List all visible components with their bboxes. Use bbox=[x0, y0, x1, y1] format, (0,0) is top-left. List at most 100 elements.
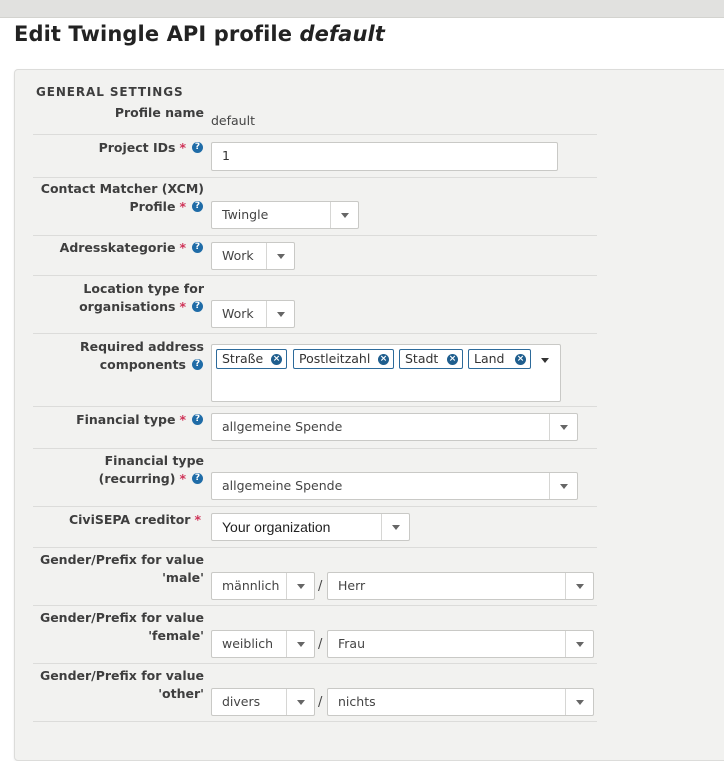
address-tag-land: Land × bbox=[468, 349, 531, 369]
financial-type-recurring-label-line1: Financial type bbox=[104, 453, 204, 468]
contact-matcher-label-line2: Profile * bbox=[129, 199, 187, 214]
financial-type-select[interactable]: allgemeine Spende bbox=[211, 413, 578, 441]
project-ids-help-icon[interactable]: ? bbox=[192, 142, 203, 153]
dropdown-arrow bbox=[565, 573, 593, 599]
prefix-male-value: Herr bbox=[338, 578, 366, 593]
row-divider bbox=[33, 275, 597, 276]
chevron-down-icon bbox=[391, 525, 400, 530]
address-tag-postleitzahl: Postleitzahl × bbox=[293, 349, 394, 369]
profile-name-label: Profile name bbox=[114, 105, 204, 120]
dropdown-arrow bbox=[286, 573, 314, 599]
address-tag-stadt: Stadt × bbox=[399, 349, 463, 369]
address-tag-strasse: Straße × bbox=[216, 349, 287, 369]
location-type-help-icon[interactable]: ? bbox=[192, 301, 203, 312]
financial-type-label: Financial type * bbox=[76, 412, 186, 427]
page-title-profile-name: default bbox=[299, 22, 385, 46]
chevron-down-icon bbox=[575, 584, 584, 589]
gender-prefix-separator: / bbox=[318, 637, 323, 652]
contact-matcher-value: Twingle bbox=[222, 207, 269, 222]
row-divider bbox=[33, 663, 597, 664]
remove-tag-icon[interactable]: × bbox=[515, 354, 526, 365]
adresskategorie-value: Work bbox=[222, 248, 254, 263]
chevron-down-icon[interactable] bbox=[541, 358, 549, 363]
chevron-down-icon bbox=[559, 484, 568, 489]
section-title: GENERAL SETTINGS bbox=[36, 85, 184, 99]
required-address-label-line1: Required address bbox=[79, 339, 204, 354]
gender-male-label-line1: Gender/Prefix for value bbox=[39, 552, 204, 567]
profile-name-value: default bbox=[211, 113, 255, 128]
row-divider bbox=[33, 177, 597, 178]
remove-tag-icon[interactable]: × bbox=[271, 354, 282, 365]
dropdown-arrow bbox=[330, 202, 358, 228]
location-type-label-line2: organisations * bbox=[79, 299, 186, 314]
gender-male-select[interactable]: männlich bbox=[211, 572, 315, 600]
dropdown-arrow bbox=[565, 631, 593, 657]
location-type-select[interactable]: Work bbox=[211, 300, 295, 328]
chevron-down-icon bbox=[296, 584, 305, 589]
row-divider bbox=[33, 235, 597, 236]
prefix-other-select[interactable]: nichts bbox=[327, 688, 594, 716]
chevron-down-icon bbox=[575, 642, 584, 647]
civisepa-creditor-label: CiviSEPA creditor * bbox=[68, 512, 201, 527]
chevron-down-icon bbox=[296, 642, 305, 647]
financial-type-recurring-select[interactable]: allgemeine Spende bbox=[211, 472, 578, 500]
row-divider bbox=[33, 605, 597, 606]
gender-male-value: männlich bbox=[222, 578, 280, 593]
adresskategorie-label: Adresskategorie * bbox=[59, 240, 186, 255]
financial-type-recurring-label-line2: (recurring) * bbox=[98, 471, 186, 486]
required-address-multiselect[interactable]: Straße × Postleitzahl × Stadt × Land × bbox=[211, 344, 561, 402]
contact-matcher-select[interactable]: Twingle bbox=[211, 201, 359, 229]
financial-type-help-icon[interactable]: ? bbox=[192, 414, 203, 425]
financial-type-recurring-value: allgemeine Spende bbox=[222, 478, 343, 493]
civisepa-creditor-value: Your organization bbox=[222, 519, 331, 535]
contact-matcher-label-line1: Contact Matcher (XCM) bbox=[40, 181, 204, 196]
project-ids-label: Project IDs * bbox=[98, 140, 186, 155]
project-ids-input[interactable]: 1 bbox=[211, 142, 558, 171]
gender-male-label-line2: 'male' bbox=[162, 570, 204, 585]
gender-female-label-line1: Gender/Prefix for value bbox=[39, 610, 204, 625]
row-divider bbox=[33, 721, 597, 722]
prefix-female-select[interactable]: Frau bbox=[327, 630, 594, 658]
dropdown-arrow bbox=[549, 473, 577, 499]
required-address-help-icon[interactable]: ? bbox=[192, 359, 203, 370]
remove-tag-icon[interactable]: × bbox=[378, 354, 389, 365]
gender-female-value: weiblich bbox=[222, 636, 274, 651]
gender-female-select[interactable]: weiblich bbox=[211, 630, 315, 658]
page-title: Edit Twingle API profile default bbox=[14, 22, 385, 46]
row-divider bbox=[33, 134, 597, 135]
gender-prefix-separator: / bbox=[318, 695, 323, 710]
dropdown-arrow bbox=[286, 689, 314, 715]
financial-type-recurring-help-icon[interactable]: ? bbox=[192, 473, 203, 484]
chevron-down-icon bbox=[296, 700, 305, 705]
adresskategorie-select[interactable]: Work bbox=[211, 242, 295, 270]
row-divider bbox=[33, 406, 597, 407]
chevron-down-icon bbox=[276, 312, 285, 317]
adresskategorie-help-icon[interactable]: ? bbox=[192, 242, 203, 253]
chevron-down-icon bbox=[276, 254, 285, 259]
dropdown-arrow bbox=[286, 631, 314, 657]
dropdown-arrow bbox=[266, 243, 294, 269]
row-divider bbox=[33, 333, 597, 334]
required-address-label-line2: components bbox=[99, 357, 186, 372]
prefix-other-value: nichts bbox=[338, 694, 376, 709]
prefix-male-select[interactable]: Herr bbox=[327, 572, 594, 600]
page-title-prefix: Edit Twingle API profile bbox=[14, 22, 293, 46]
gender-other-label-line1: Gender/Prefix for value bbox=[39, 668, 204, 683]
civisepa-creditor-select[interactable]: Your organization bbox=[211, 513, 410, 541]
chevron-down-icon bbox=[559, 425, 568, 430]
contact-matcher-help-icon[interactable]: ? bbox=[192, 201, 203, 212]
gender-prefix-separator: / bbox=[318, 579, 323, 594]
location-type-label-line1: Location type for bbox=[83, 281, 204, 296]
dropdown-arrow bbox=[266, 301, 294, 327]
prefix-female-value: Frau bbox=[338, 636, 366, 651]
financial-type-value: allgemeine Spende bbox=[222, 419, 343, 434]
gender-other-value: divers bbox=[222, 694, 261, 709]
gender-female-label-line2: 'female' bbox=[148, 628, 204, 643]
top-bar bbox=[0, 0, 724, 18]
row-divider bbox=[33, 547, 597, 548]
gender-other-select[interactable]: divers bbox=[211, 688, 315, 716]
chevron-down-icon bbox=[575, 700, 584, 705]
remove-tag-icon[interactable]: × bbox=[447, 354, 458, 365]
chevron-down-icon bbox=[340, 213, 349, 218]
dropdown-arrow bbox=[381, 514, 409, 540]
